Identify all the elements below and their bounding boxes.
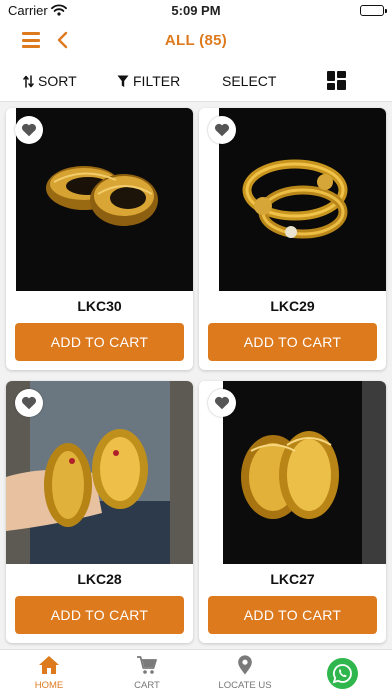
whatsapp-button[interactable] — [327, 658, 358, 689]
cart-icon — [137, 656, 157, 674]
sort-icon — [23, 74, 34, 88]
whatsapp-icon — [332, 664, 352, 684]
select-label: SELECT — [222, 73, 277, 89]
grid-view-icon[interactable] — [327, 71, 346, 90]
wishlist-heart-button[interactable] — [15, 389, 43, 417]
filter-label: FILTER — [133, 73, 181, 89]
sort-label: SORT — [38, 73, 77, 89]
battery-icon — [360, 5, 387, 16]
product-code: LKC29 — [270, 298, 315, 314]
tab-cart[interactable]: CART — [107, 655, 187, 691]
sort-button[interactable]: SORT — [23, 73, 77, 89]
tab-locate-us[interactable]: LOCATE US — [205, 655, 285, 691]
product-card[interactable]: LKC30 ADD TO CART — [6, 108, 193, 370]
heart-icon — [21, 123, 37, 137]
tab-cart-label: CART — [134, 680, 160, 691]
wishlist-heart-button[interactable] — [208, 389, 236, 417]
tab-home[interactable]: HOME — [9, 655, 89, 691]
status-time: 5:09 PM — [171, 3, 221, 18]
add-to-cart-button[interactable]: ADD TO CART — [15, 596, 184, 634]
product-card[interactable]: LKC28 ADD TO CART — [6, 381, 193, 643]
add-to-cart-button[interactable]: ADD TO CART — [208, 596, 377, 634]
heart-icon — [214, 123, 230, 137]
home-icon — [39, 656, 59, 674]
filter-button[interactable]: FILTER — [117, 73, 180, 89]
add-to-cart-button[interactable]: ADD TO CART — [208, 323, 377, 361]
heart-icon — [214, 396, 230, 410]
product-card[interactable]: LKC27 ADD TO CART — [199, 381, 386, 643]
product-code: LKC28 — [77, 571, 122, 587]
location-pin-icon — [238, 655, 252, 675]
tab-locate-us-label: LOCATE US — [218, 680, 272, 691]
select-button[interactable]: SELECT — [222, 73, 276, 89]
product-grid: LKC30 ADD TO CART LKC29 ADD TO CART LKC2… — [0, 102, 392, 649]
wishlist-heart-button[interactable] — [208, 116, 236, 144]
status-bar: Carrier 5:09 PM — [0, 0, 392, 20]
product-card[interactable]: LKC29 ADD TO CART — [199, 108, 386, 370]
product-code: LKC30 — [77, 298, 122, 314]
page-title: ALL (85) — [164, 32, 228, 49]
heart-icon — [21, 396, 37, 410]
product-code: LKC27 — [270, 571, 315, 587]
toolbar: SORT FILTER SELECT — [0, 60, 392, 102]
filter-icon — [117, 75, 129, 87]
tab-home-label: HOME — [34, 680, 64, 691]
bottom-tab-bar: HOME CART LOCATE US — [0, 649, 392, 696]
add-to-cart-button[interactable]: ADD TO CART — [15, 323, 184, 361]
wishlist-heart-button[interactable] — [15, 116, 43, 144]
nav-header: ALL (85) — [0, 20, 392, 60]
